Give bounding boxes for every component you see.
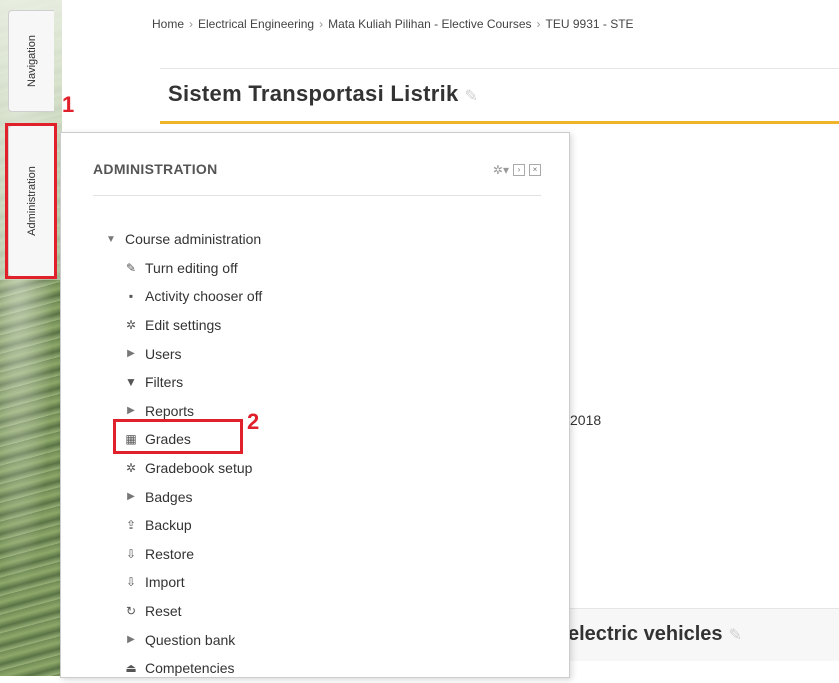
eject-icon: ⏏ <box>125 661 137 676</box>
tree-item-competencies[interactable]: ⏏ Competencies <box>101 654 531 683</box>
expand-arrow-icon: ▶ <box>127 405 135 417</box>
expand-arrow-icon: ▶ <box>127 491 135 503</box>
tree-item-reset[interactable]: ↻ Reset <box>101 597 531 626</box>
tree-item-users[interactable]: ▶ Users <box>101 339 531 368</box>
tree-item-label: Backup <box>145 517 192 534</box>
annotation-number-1: 1 <box>62 92 75 117</box>
chevron-right-icon: › <box>536 17 541 31</box>
tree-item-label: Filters <box>145 374 184 391</box>
course-date-text: 2018 <box>570 412 602 428</box>
upload-icon: ⇪ <box>125 518 137 533</box>
gear-icon: ✲ <box>125 461 137 476</box>
highlight-administration-tab <box>5 123 57 279</box>
tree-item-edit-settings[interactable]: ✲ Edit settings <box>101 311 531 340</box>
reset-icon: ↻ <box>125 604 137 619</box>
download-icon: ⇩ <box>125 575 137 590</box>
tree-item-label: Activity chooser off <box>145 288 263 305</box>
breadcrumb-category[interactable]: Electrical Engineering <box>198 17 314 31</box>
tree-item-label: Users <box>145 345 182 362</box>
block-actions-gear-icon[interactable]: ✲▾ <box>493 163 509 177</box>
tree-item-turn-editing-off[interactable]: ✎ Turn editing off <box>101 254 531 283</box>
chevron-right-icon: › <box>189 17 194 31</box>
tree-item-badges[interactable]: ▶ Badges <box>101 482 531 511</box>
tree-item-question-bank[interactable]: ▶ Question bank <box>101 625 531 654</box>
hide-block-icon[interactable]: × <box>529 164 541 176</box>
expand-arrow-icon: ▶ <box>127 634 135 646</box>
breadcrumb-subcategory[interactable]: Mata Kuliah Pilihan - Elective Courses <box>328 17 531 31</box>
highlight-grades-item <box>113 419 243 454</box>
navigation-tab-label: Navigation <box>25 35 38 87</box>
tree-item-filters[interactable]: ▼ Filters <box>101 368 531 397</box>
breadcrumb-course[interactable]: TEU 9931 - STE <box>546 17 634 31</box>
filter-icon: ▼ <box>125 375 137 390</box>
tree-item-label: Question bank <box>145 631 236 648</box>
course-section-bar: electric vehicles ✎ <box>568 608 839 661</box>
tree-item-restore[interactable]: ⇩ Restore <box>101 540 531 569</box>
tree-item-backup[interactable]: ⇪ Backup <box>101 511 531 540</box>
dock-block-icon[interactable]: › <box>513 164 525 176</box>
course-title-bar: Sistem Transportasi Listrik ✎ <box>160 68 839 124</box>
page-title: Sistem Transportasi Listrik ✎ <box>168 81 479 106</box>
tree-item-import[interactable]: ⇩ Import <box>101 568 531 597</box>
breadcrumb: Home › Electrical Engineering › Mata Kuliah … <box>152 17 634 31</box>
bullet-icon: ▪ <box>128 289 134 304</box>
annotation-number-2: 2 <box>247 409 260 434</box>
collapse-arrow-icon: ▼ <box>106 233 116 245</box>
expand-arrow-icon: ▶ <box>127 348 135 360</box>
tree-item-label: Turn editing off <box>145 259 238 276</box>
tree-item-course-administration[interactable]: ▼ Course administration <box>101 225 531 254</box>
tree-item-label: Reset <box>145 603 182 620</box>
tree-item-activity-chooser-off[interactable]: ▪ Activity chooser off <box>101 282 531 311</box>
tree-item-label: Badges <box>145 488 193 505</box>
administration-block: ADMINISTRATION ✲▾ › × ▼ Course administr… <box>60 132 570 678</box>
breadcrumb-home[interactable]: Home <box>152 17 184 31</box>
gear-icon: ✲ <box>125 318 137 333</box>
tree-item-label: Reports <box>145 402 195 419</box>
edit-title-icon[interactable]: ✎ <box>465 88 479 105</box>
chevron-right-icon: › <box>319 17 324 31</box>
navigation-tab[interactable]: Navigation <box>8 10 54 112</box>
tree-item-label: Gradebook setup <box>145 460 253 477</box>
pencil-icon: ✎ <box>125 260 137 275</box>
tree-item-label: Edit settings <box>145 317 222 334</box>
administration-block-title: ADMINISTRATION <box>93 161 218 177</box>
block-controls: ✲▾ › × <box>493 163 541 177</box>
edit-section-icon[interactable]: ✎ <box>729 627 742 644</box>
administration-block-header: ADMINISTRATION ✲▾ › × <box>93 161 541 196</box>
tree-item-label: Competencies <box>145 660 235 677</box>
tree-item-label: Import <box>145 574 185 591</box>
tree-item-gradebook-setup[interactable]: ✲ Gradebook setup <box>101 454 531 483</box>
tree-item-label: Restore <box>145 545 195 562</box>
tree-item-label: Course administration <box>125 231 262 248</box>
download-icon: ⇩ <box>125 546 137 561</box>
section-title: electric vehicles ✎ <box>568 623 742 645</box>
